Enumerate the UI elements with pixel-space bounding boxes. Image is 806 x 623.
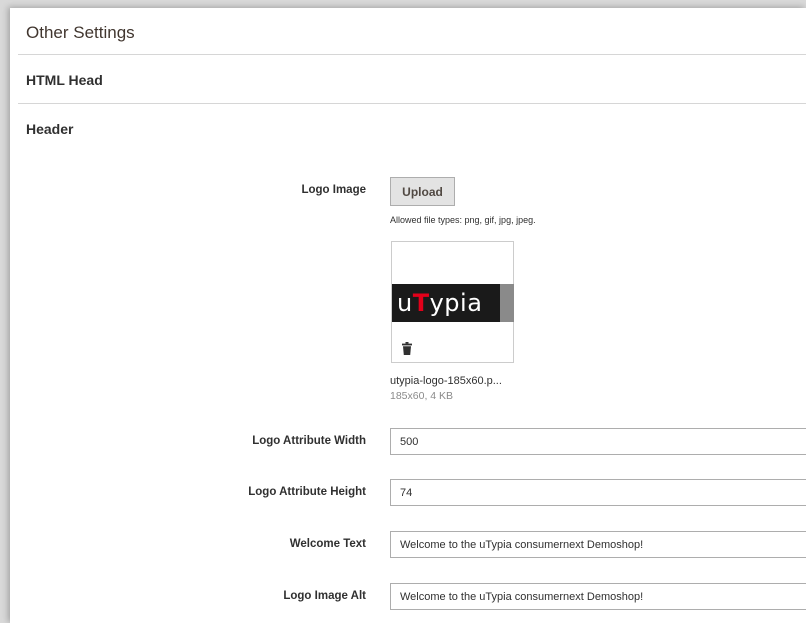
logo-width-input[interactable] bbox=[390, 428, 806, 455]
upload-button[interactable]: Upload bbox=[390, 177, 455, 206]
allowed-file-types-note: Allowed file types: png, gif, jpg, jpeg. bbox=[390, 215, 536, 225]
logo-height-input[interactable] bbox=[390, 479, 806, 506]
logo-alt-label: Logo Image Alt bbox=[283, 590, 366, 602]
welcome-text-input[interactable] bbox=[390, 531, 806, 558]
trash-icon[interactable] bbox=[402, 342, 412, 355]
divider bbox=[18, 54, 806, 55]
utypia-logo-image: uTypia bbox=[392, 284, 514, 322]
divider bbox=[18, 103, 806, 104]
uploaded-file-name[interactable]: utypia-logo-185x60.p... bbox=[390, 375, 502, 387]
uploaded-file-meta: 185x60, 4 KB bbox=[390, 390, 454, 402]
section-other-settings[interactable]: Other Settings bbox=[26, 23, 135, 43]
logo-width-label: Logo Attribute Width bbox=[252, 435, 366, 447]
logo-alt-input[interactable] bbox=[390, 583, 806, 610]
logo-image-label: Logo Image bbox=[301, 184, 366, 196]
welcome-text-label: Welcome Text bbox=[289, 538, 366, 550]
section-header[interactable]: Header bbox=[26, 121, 73, 137]
logo-height-label: Logo Attribute Height bbox=[248, 486, 366, 498]
settings-panel: Other Settings HTML Head Header Logo Ima… bbox=[10, 8, 806, 623]
logo-wordmark: uTypia bbox=[397, 289, 483, 317]
logo-grey-bar bbox=[500, 284, 514, 322]
logo-preview: uTypia bbox=[391, 241, 514, 363]
section-html-head[interactable]: HTML Head bbox=[26, 72, 103, 88]
